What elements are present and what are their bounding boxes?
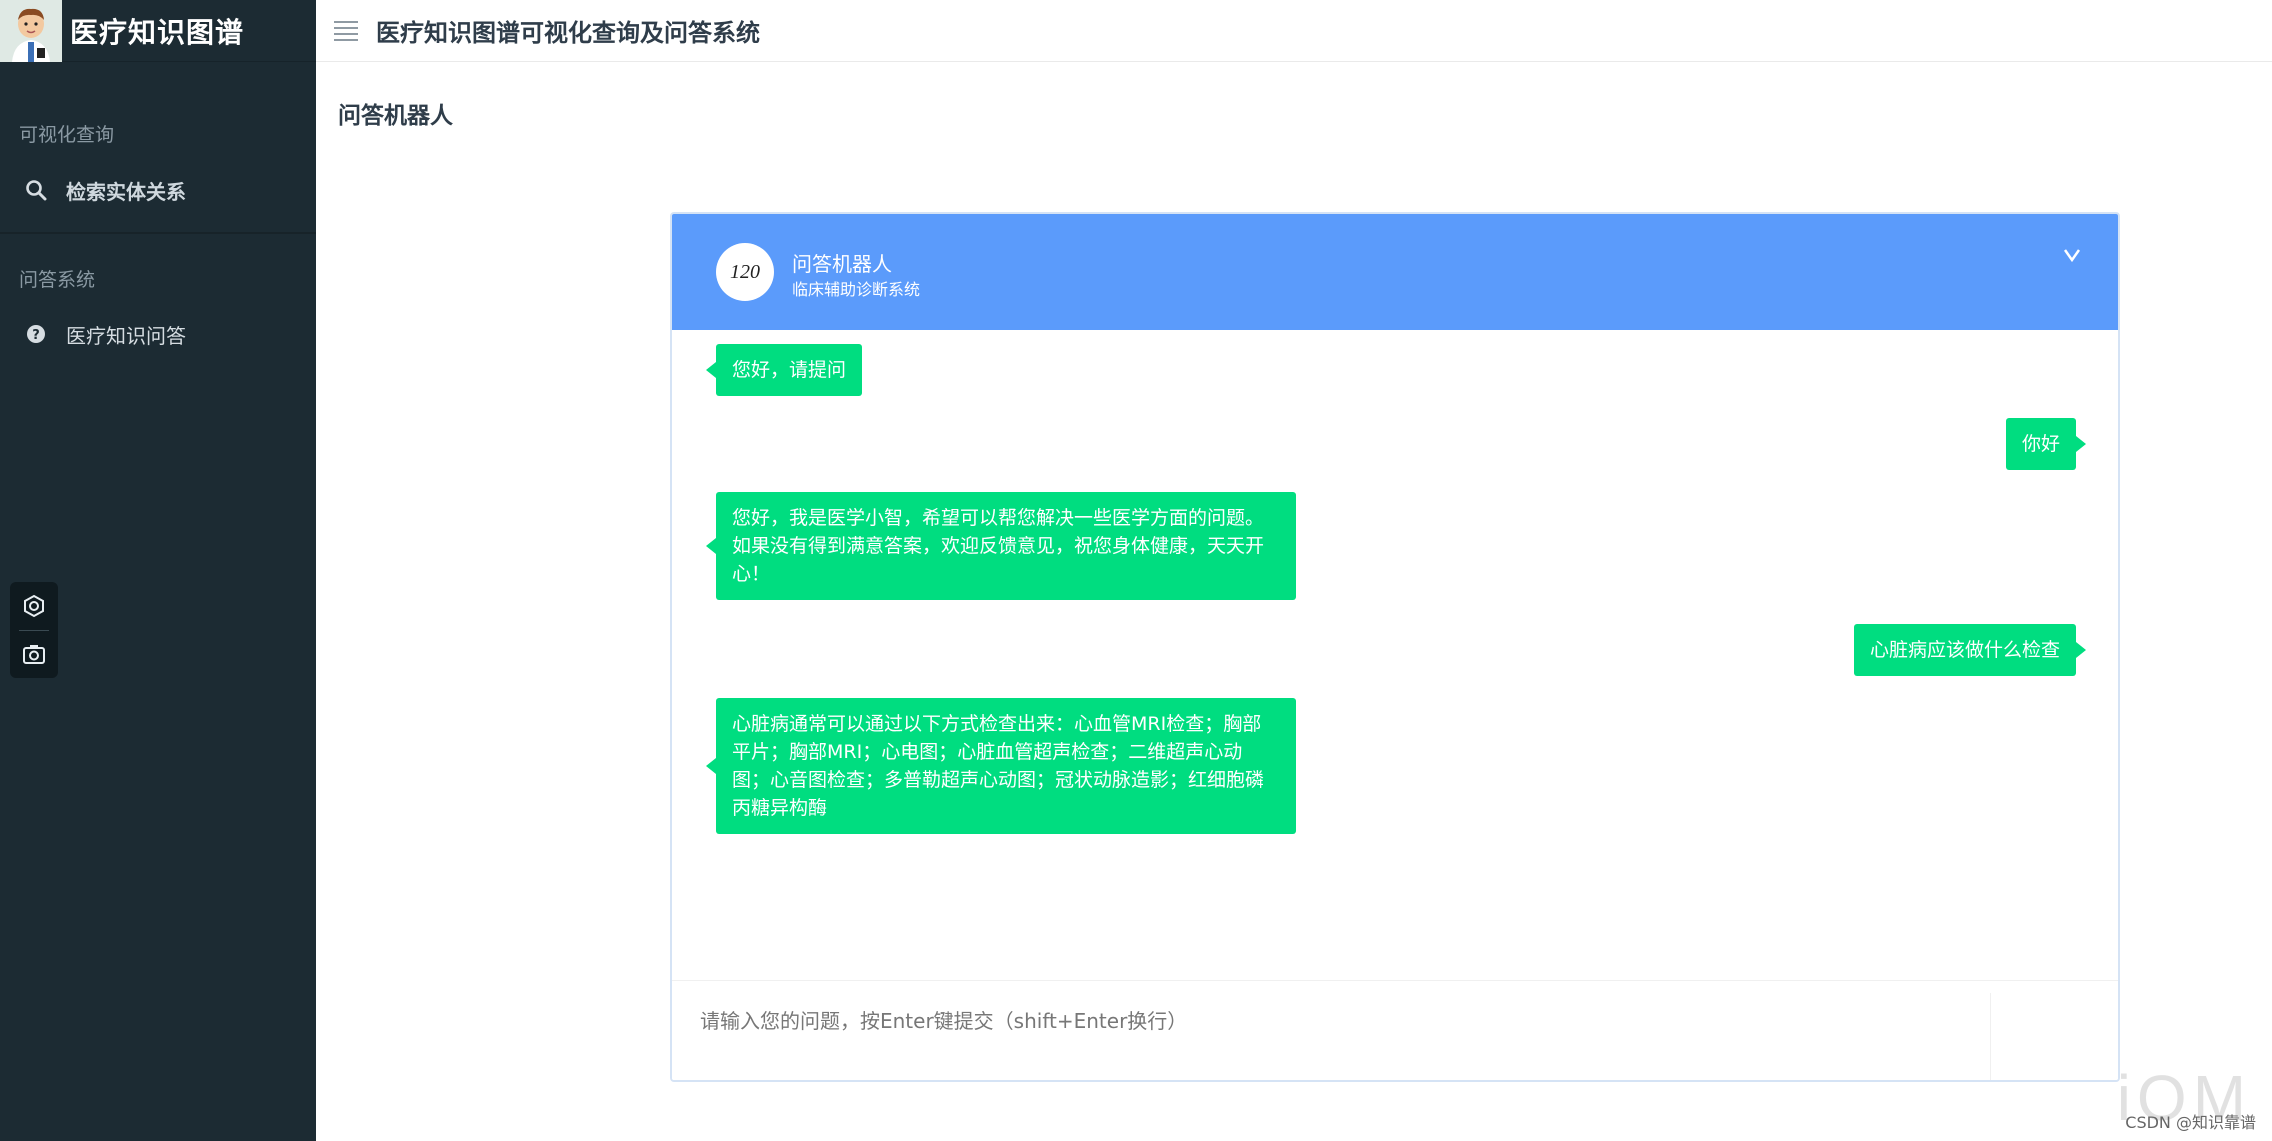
sidebar: 医疗知识图谱 可视化查询 检索实体关系 问答系统 ? 医疗知识问答: [0, 0, 316, 1141]
brand[interactable]: 医疗知识图谱: [0, 0, 316, 62]
chat-message-bot: 您好，我是医学小智，希望可以帮您解决一些医学方面的问题。如果没有得到满意答案，欢…: [706, 492, 1296, 600]
camera-icon[interactable]: [10, 630, 58, 678]
chat-message-bot: 您好，请提问: [705, 344, 863, 396]
header-title: 医疗知识图谱可视化查询及问答系统: [376, 19, 760, 47]
sidebar-item-label: 检索实体关系: [66, 179, 186, 204]
sidebar-item-medical-qa[interactable]: ? 医疗知识问答: [0, 305, 316, 363]
sidebar-divider: [0, 232, 316, 234]
watermark-text: CSDN @知识靠谱: [2125, 1113, 2256, 1132]
section-label-qa-system: 问答系统: [19, 269, 96, 291]
chat-input-area: [672, 980, 2118, 1080]
search-icon: [24, 178, 48, 202]
brand-title: 医疗知识图谱: [70, 15, 245, 49]
bot-avatar: 120: [716, 243, 774, 301]
bot-subtitle: 临床辅助诊断系统: [792, 280, 921, 299]
doctor-logo-icon: [0, 0, 62, 62]
chat-input[interactable]: [700, 1001, 1980, 1041]
chevron-down-icon[interactable]: [2060, 242, 2084, 266]
settings-icon[interactable]: [10, 582, 58, 630]
chat-header: 120 问答机器人 临床辅助诊断系统: [672, 214, 2118, 330]
section-label-visual-query: 可视化查询: [19, 124, 115, 146]
bot-name: 问答机器人: [792, 252, 892, 276]
top-header: 医疗知识图谱可视化查询及问答系统: [316, 0, 2272, 62]
question-circle-icon: ?: [24, 322, 48, 346]
input-divider: [1990, 993, 1991, 1080]
page-title: 问答机器人: [338, 103, 453, 129]
sidebar-item-label: 医疗知识问答: [66, 323, 186, 348]
floating-toolbar: [10, 582, 58, 678]
chat-window: 120 问答机器人 临床辅助诊断系统 您好，请提问 你好 您好，我是医学小智，希…: [670, 212, 2120, 1082]
svg-text:?: ?: [32, 328, 40, 343]
chat-message-user: 你好: [2005, 418, 2087, 470]
chat-message-user: 心脏病应该做什么检查: [1853, 624, 2087, 676]
menu-toggle-icon[interactable]: [334, 20, 358, 41]
chat-message-bot: 心脏病通常可以通过以下方式检查出来：心血管MRI检查；胸部平片；胸部MRI；心电…: [706, 698, 1296, 834]
sidebar-item-search-entity-relations[interactable]: 检索实体关系: [0, 161, 316, 219]
